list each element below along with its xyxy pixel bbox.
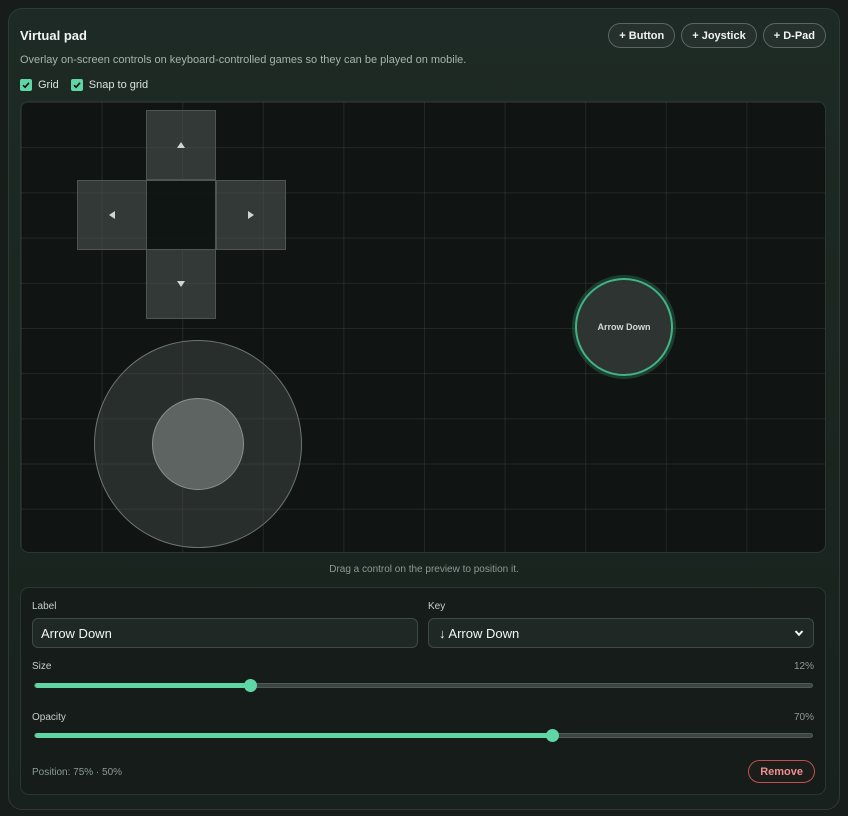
opacity-value: 70%: [793, 712, 814, 723]
preview-hint: Drag a control on the preview to positio…: [329, 564, 519, 575]
controls-preview[interactable]: Arrow Down: [20, 101, 826, 553]
control-editor: Label Key ↓ Arrow Down Size 12% Opacity …: [20, 587, 826, 795]
snap-checkbox[interactable]: [70, 79, 83, 91]
add-button-button[interactable]: + Button: [608, 23, 676, 48]
joystick-knob[interactable]: [152, 398, 244, 490]
arrow-left-icon: [109, 211, 115, 219]
key-select-value: ↓ Arrow Down: [439, 625, 520, 641]
dpad-down[interactable]: [146, 249, 216, 319]
size-slider-thumb[interactable]: [244, 679, 258, 692]
size-value: 12%: [793, 661, 814, 672]
dpad-center[interactable]: [146, 180, 216, 250]
position-readout: Position: 75% · 50%: [32, 767, 123, 778]
grid-toggle[interactable]: Grid: [20, 79, 59, 91]
dpad-up[interactable]: [146, 110, 216, 180]
check-icon: [22, 82, 30, 89]
arrow-down-icon: [177, 281, 185, 287]
snap-toggle[interactable]: Snap to grid: [70, 79, 149, 91]
add-dpad-button[interactable]: + D-Pad: [762, 23, 826, 48]
chevron-down-icon: [794, 630, 804, 637]
opacity-slider-fill: [35, 733, 552, 738]
remove-button[interactable]: Remove: [748, 760, 815, 783]
opacity-slider-thumb[interactable]: [545, 729, 559, 742]
add-control-toolbar: + Button + Joystick + D-Pad: [608, 23, 826, 48]
size-caption: Size: [32, 661, 52, 672]
button-control[interactable]: Arrow Down: [575, 278, 673, 376]
label-input[interactable]: [32, 618, 418, 648]
arrow-up-icon: [177, 142, 185, 148]
page-title: Virtual pad: [20, 28, 87, 43]
size-slider[interactable]: [34, 679, 813, 692]
check-icon: [73, 82, 81, 89]
key-select[interactable]: ↓ Arrow Down: [428, 618, 814, 648]
grid-label: Grid: [38, 79, 59, 91]
page-subtitle: Overlay on-screen controls on keyboard-c…: [20, 54, 467, 66]
preview-options: Grid Snap to grid: [20, 79, 148, 91]
label-caption: Label: [32, 601, 57, 612]
arrow-right-icon: [248, 211, 254, 219]
joystick-control[interactable]: [94, 340, 302, 548]
dpad-left[interactable]: [77, 180, 147, 250]
button-control-label: Arrow Down: [597, 322, 651, 332]
add-joystick-button[interactable]: + Joystick: [681, 23, 757, 48]
opacity-caption: Opacity: [32, 712, 66, 723]
size-slider-fill: [35, 683, 251, 688]
virtual-pad-panel: Virtual pad Overlay on-screen controls o…: [8, 8, 840, 810]
key-caption: Key: [428, 601, 446, 612]
snap-label: Snap to grid: [88, 79, 149, 91]
opacity-slider[interactable]: [34, 729, 813, 742]
grid-checkbox[interactable]: [20, 79, 32, 91]
dpad-right[interactable]: [216, 180, 286, 250]
